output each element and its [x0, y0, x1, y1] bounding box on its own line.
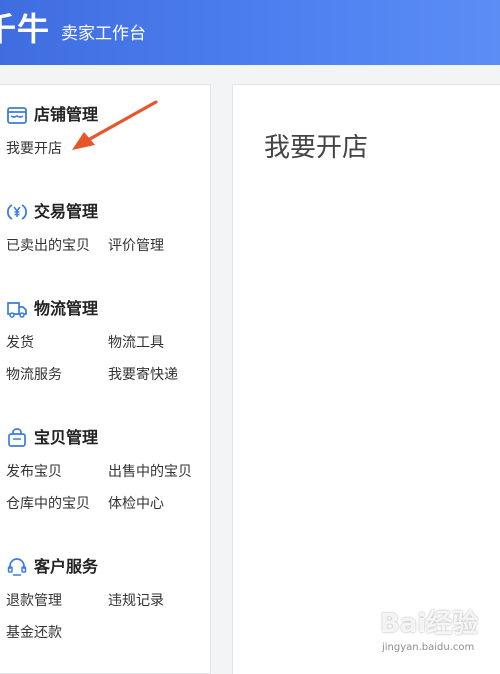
publish-item-link[interactable]: 发布宝贝	[6, 462, 62, 482]
sold-items-link[interactable]: 已卖出的宝贝	[6, 236, 90, 256]
health-check-link[interactable]: 体检中心	[108, 494, 164, 514]
items-in-warehouse-link[interactable]: 仓库中的宝贝	[6, 494, 90, 514]
sidebar-section-customer: 客户服务 退款管理 违规记录 基金还款	[6, 555, 206, 649]
section-header: 宝贝管理	[6, 426, 206, 450]
section-header: 店铺管理	[6, 103, 206, 127]
open-shop-link[interactable]: 我要开店	[6, 139, 62, 159]
top-header: 千牛 卖家工作台	[0, 0, 500, 65]
ship-link[interactable]: 发货	[6, 333, 34, 353]
sidebar-nav: 店铺管理 我要开店 交易管理 已卖出的宝贝 评价管理 物流管理 发货 物流工具	[0, 84, 211, 674]
sidebar-section-trade: 交易管理 已卖出的宝贝 评价管理	[6, 200, 206, 258]
section-header: 交易管理	[6, 200, 206, 224]
truck-icon	[6, 299, 28, 319]
items-on-sale-link[interactable]: 出售中的宝贝	[108, 462, 192, 482]
send-express-link[interactable]: 我要寄快递	[108, 365, 178, 385]
app-brand: 千牛	[0, 10, 51, 48]
section-title: 物流管理	[34, 299, 99, 318]
bag-icon	[6, 428, 28, 448]
refund-link[interactable]: 退款管理	[6, 591, 62, 611]
watermark-logo: Bai经验 jingyan.baidu.com	[380, 608, 500, 660]
reviews-link[interactable]: 评价管理	[108, 236, 164, 256]
headset-icon	[6, 557, 28, 577]
section-header: 物流管理	[6, 297, 206, 321]
section-title: 交易管理	[34, 202, 99, 221]
section-title: 宝贝管理	[34, 428, 99, 447]
logistics-service-link[interactable]: 物流服务	[6, 365, 62, 385]
section-title: 客户服务	[34, 557, 99, 576]
main-content: 我要开店	[232, 84, 500, 674]
yuan-icon	[6, 202, 28, 222]
logistics-tools-link[interactable]: 物流工具	[108, 333, 164, 353]
sidebar-section-shop: 店铺管理 我要开店	[6, 103, 206, 161]
section-title: 店铺管理	[34, 105, 99, 124]
app-subtitle: 卖家工作台	[61, 24, 146, 44]
section-header: 客户服务	[6, 555, 206, 579]
watermark-text: Bai经验	[380, 609, 479, 639]
violations-link[interactable]: 违规记录	[108, 591, 164, 611]
sidebar-section-items: 宝贝管理 发布宝贝 出售中的宝贝 仓库中的宝贝 体检中心	[6, 426, 206, 520]
fund-repay-link[interactable]: 基金还款	[6, 623, 62, 643]
page-title: 我要开店	[264, 133, 369, 163]
shop-icon	[6, 105, 28, 125]
watermark-url: jingyan.baidu.com	[382, 642, 475, 653]
sidebar-section-logistics: 物流管理 发货 物流工具 物流服务 我要寄快递	[6, 297, 206, 391]
